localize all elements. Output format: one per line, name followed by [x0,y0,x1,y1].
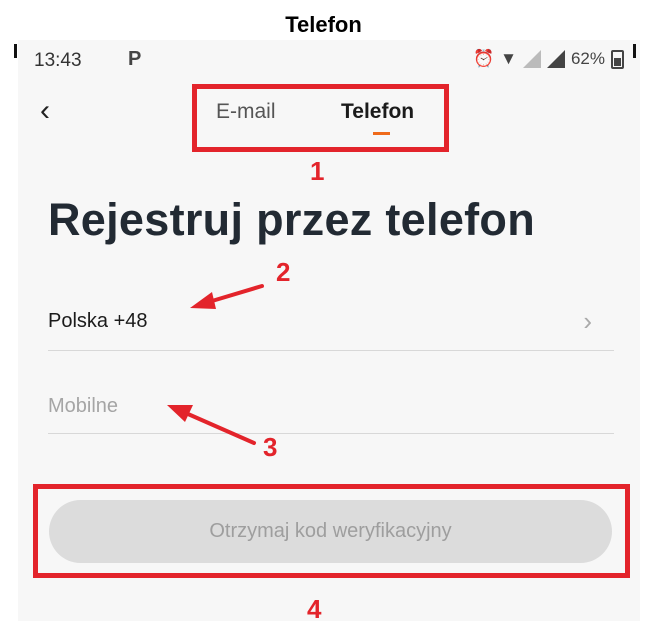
annotation-arrow-3 [167,405,256,445]
annotation-arrows [167,284,264,445]
annotation-arrow-2 [190,284,264,309]
